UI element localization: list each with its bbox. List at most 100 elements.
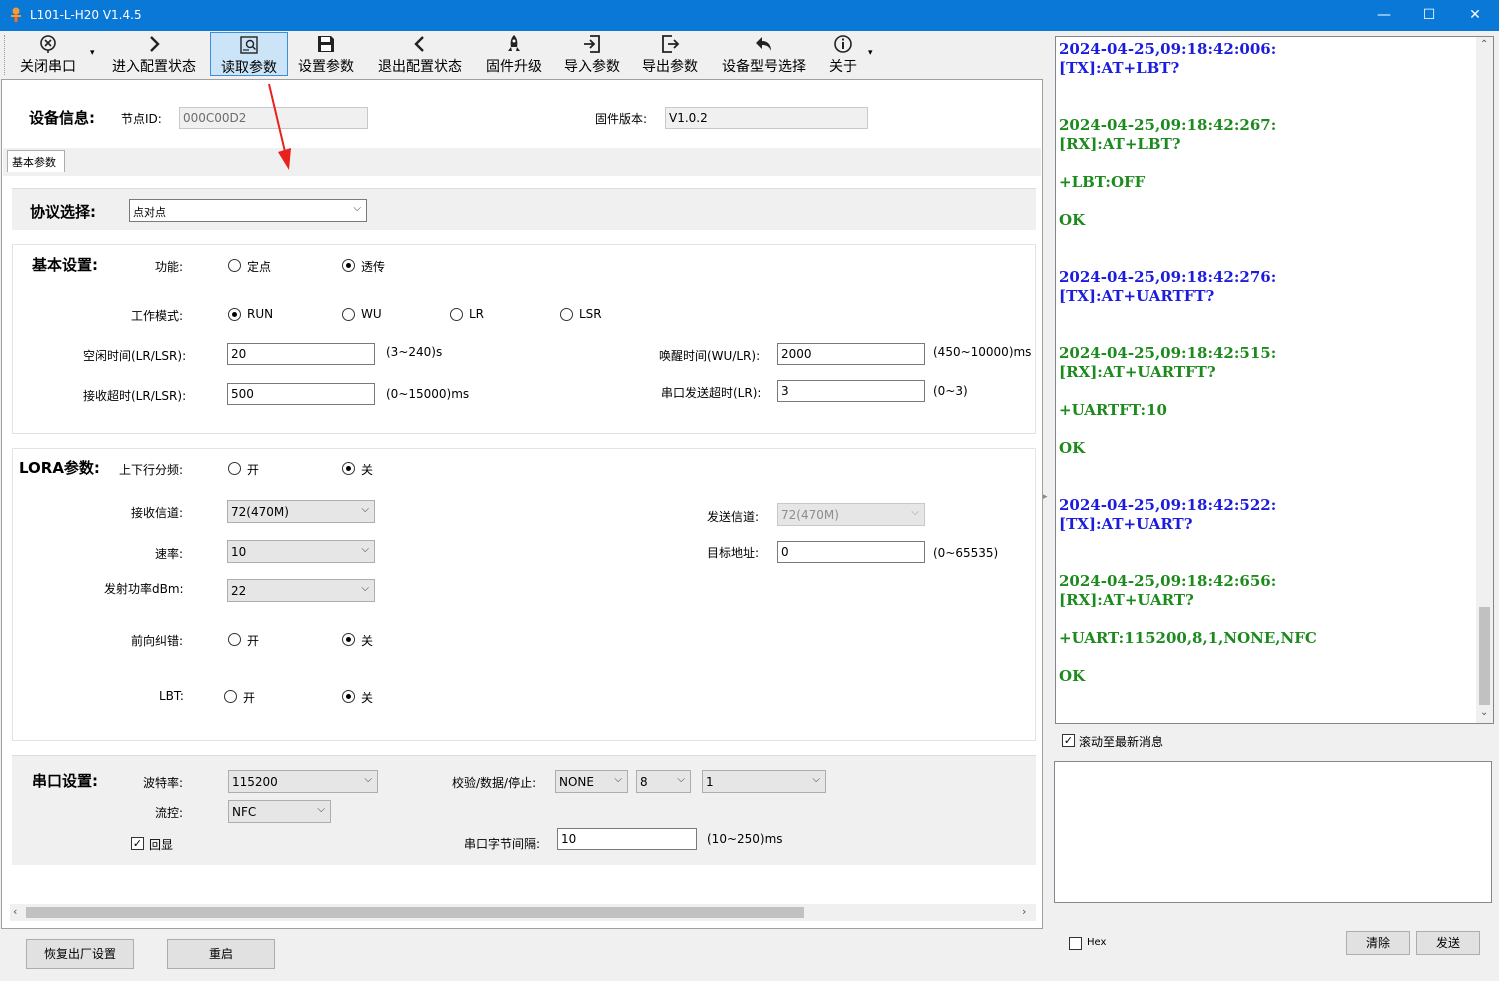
idle-time-range: (3~240)s <box>386 345 443 359</box>
split-freq-off-radio[interactable] <box>342 462 355 475</box>
fec-off-label: 关 <box>361 634 374 648</box>
split-freq-label: 上下行分频: <box>119 463 184 477</box>
toolbar-import-params-button[interactable]: 导入参数 <box>556 32 628 76</box>
wake-time-input[interactable]: 2000 <box>777 343 925 365</box>
chevron-down-icon: ⌵ <box>364 774 372 785</box>
function-transparent-radio[interactable] <box>342 259 355 272</box>
rx-channel-label: 接收信道: <box>131 506 184 520</box>
log-line: OK <box>1059 439 1086 457</box>
toolbar-label: 设置参数 <box>298 59 354 75</box>
lbt-on-label: 开 <box>243 691 256 705</box>
toolbar-close-port-button[interactable]: 关闭串口 <box>10 32 86 76</box>
split-freq-on-label: 开 <box>247 463 260 477</box>
rate-select[interactable]: 10 ⌵ <box>227 540 375 563</box>
uart-tx-timeout-label: 串口发送超时(LR): <box>661 386 762 400</box>
export-icon <box>634 34 706 56</box>
maximize-button[interactable]: ☐ <box>1406 0 1452 31</box>
lbt-on-radio[interactable] <box>224 690 237 703</box>
scroll-down-icon[interactable]: ⌄ <box>1480 707 1488 718</box>
rx-timeout-input[interactable]: 500 <box>227 383 375 405</box>
uart-tx-timeout-input[interactable]: 3 <box>777 380 925 402</box>
horizontal-scrollbar[interactable]: ‹ › <box>10 904 1036 921</box>
log-line: OK <box>1059 211 1086 229</box>
tx-channel-label: 发送信道: <box>707 510 760 524</box>
minimize-button[interactable]: — <box>1361 0 1407 31</box>
mode-wu-radio[interactable] <box>342 308 355 321</box>
toolbar-label: 设备型号选择 <box>722 59 806 75</box>
log-output[interactable]: 2024-04-25,09:18:42:006: [TX]:AT+LBT? 20… <box>1055 36 1494 724</box>
idle-time-input[interactable]: 20 <box>227 343 375 365</box>
toolbar-about-button[interactable]: 关于 <box>820 32 866 76</box>
uart-tx-timeout-range: (0~3) <box>933 384 968 398</box>
lbt-off-radio[interactable] <box>342 690 355 703</box>
lbt-off-label: 关 <box>361 691 374 705</box>
send-button[interactable]: 发送 <box>1416 931 1480 955</box>
log-vertical-scrollbar[interactable]: ⌃ ⌄ <box>1476 37 1493 723</box>
flow-control-select[interactable]: NFC ⌵ <box>228 800 331 823</box>
echo-checkbox[interactable]: ✓ <box>131 837 144 850</box>
mode-lr-radio[interactable] <box>450 308 463 321</box>
toolbar-set-params-button[interactable]: 设置参数 <box>290 32 362 76</box>
send-input[interactable] <box>1054 761 1492 903</box>
chevron-down-icon: ⌵ <box>361 583 369 594</box>
fec-off-radio[interactable] <box>342 633 355 646</box>
toolbar-label: 导入参数 <box>564 59 620 75</box>
hex-label: Hex <box>1087 937 1107 948</box>
undo-arrow-icon <box>712 34 816 56</box>
baud-select[interactable]: 115200 ⌵ <box>228 770 378 793</box>
echo-label: 回显 <box>149 838 174 852</box>
scroll-up-icon[interactable]: ⌃ <box>1480 39 1488 50</box>
wake-time-label: 唤醒时间(WU/LR): <box>659 349 761 363</box>
restart-button[interactable]: 重启 <box>167 939 275 969</box>
toolbar-export-params-button[interactable]: 导出参数 <box>634 32 706 76</box>
window-title: L101-L-H20 V1.4.5 <box>30 8 142 22</box>
splitter-handle[interactable]: ▸ <box>1043 470 1051 520</box>
split-freq-on-radio[interactable] <box>228 462 241 475</box>
toolbar-enter-config-button[interactable]: 进入配置状态 <box>102 32 206 76</box>
mode-lsr-radio[interactable] <box>560 308 573 321</box>
stop-bits-select[interactable]: 1 ⌵ <box>702 770 826 793</box>
import-icon <box>556 34 628 56</box>
scroll-right-icon[interactable]: › <box>1022 905 1026 918</box>
function-fixed-radio[interactable] <box>228 259 241 272</box>
tx-channel-select[interactable]: 72(470M) ⌵ <box>777 503 925 526</box>
log-line: [TX]:AT+LBT? <box>1059 59 1180 77</box>
function-fixed-label: 定点 <box>247 260 272 274</box>
mode-run-radio[interactable] <box>228 308 241 321</box>
toolbar-exit-config-button[interactable]: 退出配置状态 <box>368 32 472 76</box>
toolbar-dropdown-arrow-icon[interactable]: ▾ <box>90 48 95 58</box>
chevron-down-icon: ⌵ <box>361 504 369 515</box>
protocol-select[interactable]: 点对点 ⌵ <box>129 199 367 222</box>
toolbar-label: 固件升级 <box>486 59 542 75</box>
byte-gap-input[interactable]: 10 <box>557 828 697 850</box>
tab-basic-params[interactable]: 基本参数 <box>7 150 65 172</box>
hex-checkbox[interactable] <box>1069 937 1082 950</box>
parity-select[interactable]: NONE ⌵ <box>555 770 628 793</box>
target-address-input[interactable]: 0 <box>777 541 925 563</box>
tx-power-label: 发射功率dBm: <box>104 582 184 596</box>
toolbar-label: 导出参数 <box>642 59 698 75</box>
baud-label: 波特率: <box>143 776 184 790</box>
toolbar-read-params-button[interactable]: 读取参数 <box>210 32 288 76</box>
firmware-version-field[interactable]: V1.0.2 <box>665 107 868 129</box>
protocol-header: 协议选择: <box>30 203 96 221</box>
log-line: 2024-04-25,09:18:42:515: <box>1059 344 1277 362</box>
fec-on-radio[interactable] <box>228 633 241 646</box>
clear-button[interactable]: 清除 <box>1346 931 1410 955</box>
scrollbar-thumb[interactable] <box>26 907 804 918</box>
annotation-arrow-icon <box>268 83 291 170</box>
scroll-left-icon[interactable]: ‹ <box>13 905 17 918</box>
autoscroll-checkbox[interactable]: ✓ <box>1062 734 1075 747</box>
data-bits-select[interactable]: 8 ⌵ <box>636 770 691 793</box>
log-scrollbar-thumb[interactable] <box>1479 607 1490 705</box>
factory-reset-button[interactable]: 恢复出厂设置 <box>26 939 134 969</box>
toolbar: 关闭串口 ▾ 进入配置状态 读取参数 设置参数 退出配置状态 固件升级 导入参数… <box>0 31 1047 78</box>
toolbar-overflow-arrow-icon[interactable]: ▾ <box>868 48 873 58</box>
close-window-button[interactable]: ✕ <box>1452 0 1498 31</box>
rx-channel-select[interactable]: 72(470M) ⌵ <box>227 500 375 523</box>
toolbar-device-model-button[interactable]: 设备型号选择 <box>712 32 816 76</box>
toolbar-firmware-upgrade-button[interactable]: 固件升级 <box>478 32 550 76</box>
tx-power-select[interactable]: 22 ⌵ <box>227 579 375 602</box>
function-label: 功能: <box>155 260 184 274</box>
toolbar-label: 读取参数 <box>221 60 277 76</box>
